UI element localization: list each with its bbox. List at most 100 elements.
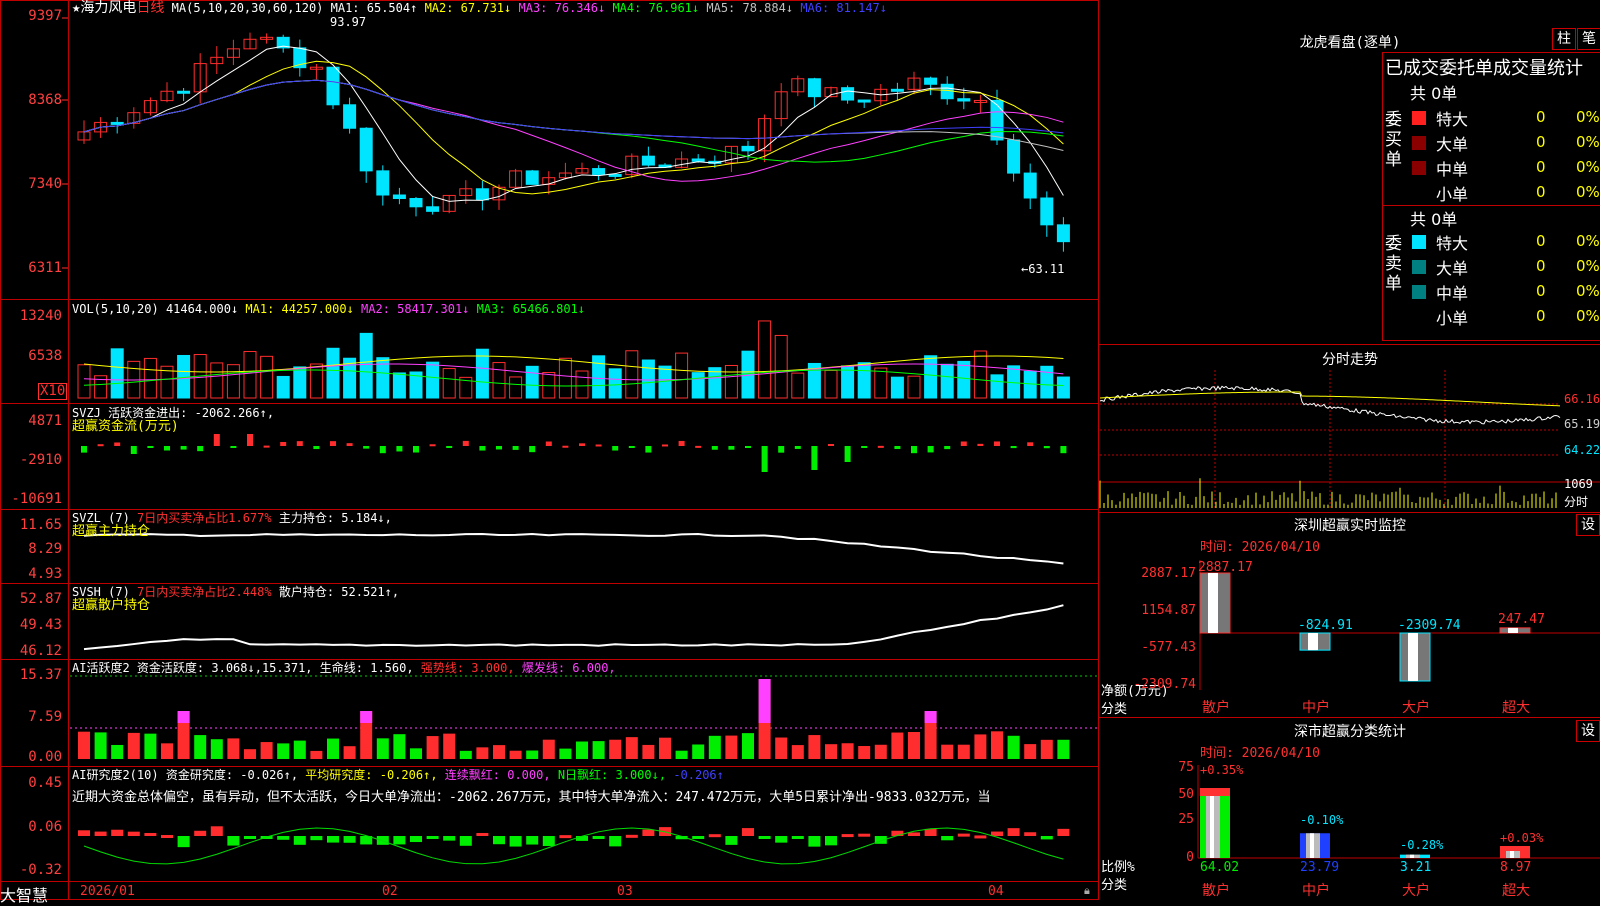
research-bar xyxy=(559,835,572,839)
volume-bar xyxy=(525,365,539,399)
monitor-bar-value: 247.47 xyxy=(1498,612,1545,627)
research-bar xyxy=(426,836,439,839)
research-bar xyxy=(791,836,804,839)
activity-bar xyxy=(609,739,622,759)
classify-bar xyxy=(1300,833,1330,858)
activity-bar xyxy=(78,731,90,759)
research-bar xyxy=(542,836,555,847)
research-bar xyxy=(808,836,821,847)
period-label[interactable]: 日线 xyxy=(136,0,164,16)
svzl-header: SVZL (7) 7日内买卖净占比1.677% 主力持仓: 5.184↓, xyxy=(72,511,392,525)
ai-header: AI活跃度2 资金活跃度: 3.068↓,15.371, 生命线: 1.560,… xyxy=(72,661,616,675)
flow-bar xyxy=(446,446,453,448)
volume-bar xyxy=(957,360,971,399)
stock-chart-canvas[interactable] xyxy=(0,0,1600,900)
order-pct: 0% xyxy=(1576,158,1600,176)
monitor-xlabel: 分类 xyxy=(1101,702,1128,717)
flow-bar xyxy=(645,446,652,453)
research-cont: 连续飘红: 0.000, xyxy=(444,768,551,782)
classify-change: +0.03% xyxy=(1500,831,1544,845)
ma5-value: MA5: 78.884↓ xyxy=(706,1,794,15)
activity-bar xyxy=(592,741,605,759)
svsh-ratio: 7日内买卖净占比2.448% xyxy=(137,585,272,599)
svsh-line2: 超赢散户持仓 xyxy=(72,598,151,613)
activity-bar xyxy=(327,738,339,759)
order-qty: 0 xyxy=(1536,232,1546,250)
candle-body xyxy=(608,173,622,177)
activity-bar xyxy=(194,735,207,759)
date-label-2: 02 xyxy=(382,884,398,899)
activity-bar xyxy=(144,733,157,759)
intraday-title: 分时走势 xyxy=(1322,352,1378,368)
volume-bar xyxy=(359,332,373,399)
activity-bar xyxy=(509,750,522,759)
activity-bar xyxy=(210,739,223,759)
research-bar xyxy=(161,835,173,839)
monitor-settings-button[interactable]: 设 xyxy=(1576,514,1600,536)
research-bar xyxy=(509,836,522,847)
tick-view-button[interactable]: 笔 xyxy=(1577,28,1600,50)
classify-settings-button[interactable]: 设 xyxy=(1576,720,1600,742)
flow-bar xyxy=(330,441,336,446)
order-qty: 0 xyxy=(1536,133,1546,151)
intraday-vol-unit: 分时 xyxy=(1564,495,1589,509)
lock-icon[interactable]: 🔒︎ xyxy=(1084,884,1090,898)
activity-bar xyxy=(576,741,588,759)
classify-category: 大户 xyxy=(1402,883,1430,899)
research-bar xyxy=(1057,828,1070,836)
classify-change: -0.10% xyxy=(1300,813,1344,827)
research-bar xyxy=(758,836,771,839)
activity-bar xyxy=(1040,739,1053,759)
flow-bar xyxy=(944,446,951,450)
svzj-ytick-1: -2910 xyxy=(19,452,62,468)
research-ytick-0: 0.45 xyxy=(28,775,62,791)
research-bar xyxy=(908,832,920,836)
candle-body xyxy=(592,168,606,175)
candle-body xyxy=(940,83,954,100)
ma-line-1 xyxy=(83,45,1064,202)
classify-ratio: 8.97 xyxy=(1500,860,1532,875)
research-bar xyxy=(177,836,190,848)
flow-bar xyxy=(745,446,751,448)
ma6-value: MA6: 81.147↓ xyxy=(800,1,888,15)
volume-bar xyxy=(990,374,1004,399)
svsh-header: SVSH (7) 7日内买卖净占比2.448% 散户持仓: 52.521↑, xyxy=(72,585,399,599)
volume-bar xyxy=(824,369,838,399)
svzj-ytick-0: 4871 xyxy=(28,413,62,429)
vol-unit-badge[interactable]: X10 xyxy=(38,383,68,400)
volume-bar xyxy=(641,359,655,399)
activity-bar-top xyxy=(360,711,373,723)
classify-ytick: 50 xyxy=(1178,787,1194,802)
volume-bar xyxy=(558,357,572,399)
activity-bar xyxy=(874,744,887,759)
research-bar xyxy=(1024,832,1037,836)
flow-bar xyxy=(130,446,137,454)
research-bar xyxy=(725,836,738,845)
svsh-line xyxy=(83,604,1064,651)
candle-body xyxy=(957,98,971,102)
research-bar xyxy=(991,831,1003,836)
flow-bar xyxy=(579,443,585,446)
candle-body xyxy=(110,121,124,125)
research-bar xyxy=(310,836,323,841)
activity-bar xyxy=(991,731,1003,759)
activity-bar xyxy=(908,732,920,759)
activity-bar xyxy=(310,750,323,759)
svsh-ytick-1: 49.43 xyxy=(19,617,62,633)
classify-title: 深市超赢分类统计 xyxy=(1294,724,1406,740)
research-bar xyxy=(592,836,605,839)
activity-bar xyxy=(559,748,572,759)
stock-name[interactable]: ★海力风电 xyxy=(72,0,136,16)
bar-view-button[interactable]: 柱 xyxy=(1552,28,1576,50)
research-bar xyxy=(974,835,987,839)
volume-bar xyxy=(890,376,904,399)
ma1-value: MA1: 65.504↑ xyxy=(330,1,418,15)
activity-bar xyxy=(410,748,422,759)
activity-bar xyxy=(426,736,439,759)
activity-bar xyxy=(277,743,290,759)
svzj-flow-bars xyxy=(81,434,1067,472)
flow-bar xyxy=(180,446,187,450)
research-bar xyxy=(526,836,539,845)
flow-bar xyxy=(213,434,220,446)
order-pct: 0% xyxy=(1576,108,1600,126)
